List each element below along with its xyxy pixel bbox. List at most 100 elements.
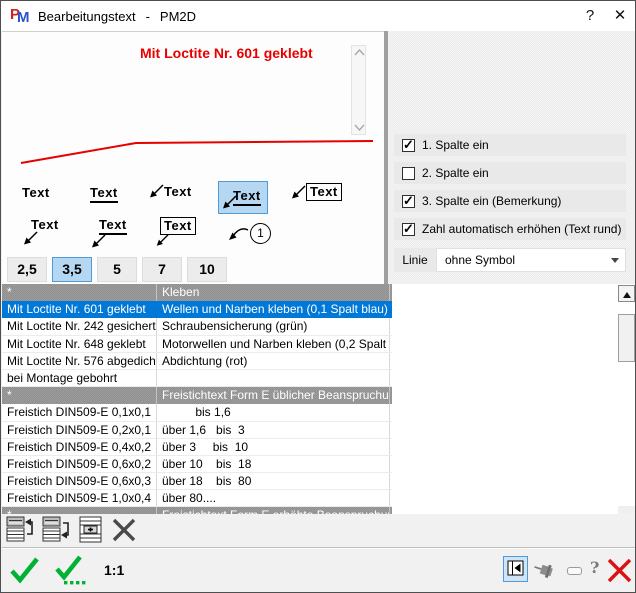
leader-arrow-icon bbox=[90, 233, 106, 249]
table-row[interactable]: Mit Loctite Nr. 601 geklebtWellen und Na… bbox=[2, 301, 392, 318]
table-row[interactable]: Mit Loctite Nr. 242 gesichertSchraubensi… bbox=[2, 318, 392, 335]
leader-line-graphic bbox=[2, 32, 384, 285]
logo-letter-m: M bbox=[17, 9, 30, 26]
size-5-button[interactable]: 5 bbox=[97, 257, 137, 282]
option-label: 2. Spalte ein bbox=[422, 166, 489, 180]
balloon-number-label: 1 bbox=[250, 223, 271, 244]
leader-arrow-icon bbox=[22, 230, 38, 246]
cell-bemerkung: bis 1,6 bbox=[157, 404, 390, 420]
leader-arrow-icon bbox=[226, 222, 250, 244]
table-row[interactable]: Freistich DIN509-E 0,6x0,3über 18 bis 80 bbox=[2, 473, 392, 490]
text-list-panel: *KlebenMit Loctite Nr. 601 geklebtWellen… bbox=[2, 284, 636, 514]
line-symbol-row: Linie ohne Symbol bbox=[394, 248, 626, 272]
table-row[interactable]: Freistich DIN509-E 0,6x0,2über 10 bis 18 bbox=[2, 456, 392, 473]
leader-arrow-icon bbox=[290, 184, 306, 200]
option-column1[interactable]: ✓ 1. Spalte ein bbox=[394, 134, 626, 156]
style-label: Text bbox=[22, 185, 50, 200]
window-title: Bearbeitungstext-PM2D bbox=[38, 9, 196, 24]
option-column3[interactable]: ✓ 3. Spalte ein (Bemerkung) bbox=[394, 190, 626, 212]
checkbox-checked-icon[interactable]: ✓ bbox=[402, 223, 415, 236]
table-row[interactable]: bei Montage gebohrt bbox=[2, 370, 392, 387]
title-separator: - bbox=[146, 9, 150, 24]
help-icon[interactable]: ? bbox=[590, 558, 599, 577]
app-logo-icon: P M bbox=[10, 7, 32, 25]
cell-bemerkung: über 80.... bbox=[157, 490, 390, 506]
size-10-button[interactable]: 10 bbox=[187, 257, 227, 282]
triangle-up-icon bbox=[623, 292, 631, 298]
table-row[interactable]: Mit Loctite Nr. 648 geklebtMotorwellen u… bbox=[2, 336, 392, 353]
cell-bemerkung: über 18 bis 80 bbox=[157, 473, 390, 489]
table-row[interactable]: Freistich DIN509-E 0,1x0,1 bis 1,6 bbox=[2, 404, 392, 421]
size-7-button[interactable]: 7 bbox=[142, 257, 182, 282]
leader-arrow-icon bbox=[148, 183, 164, 199]
preview-scrollbar[interactable] bbox=[351, 45, 366, 135]
style-numbered-balloon-button[interactable]: 1 bbox=[226, 222, 271, 244]
dialog-content: Mit Loctite Nr. 601 geklebt Text Text Te… bbox=[1, 31, 635, 592]
move-row-up-icon[interactable] bbox=[5, 515, 37, 545]
cell-bemerkung: über 3 bis 10 bbox=[157, 439, 390, 455]
style-arrow-below-underline-button[interactable]: Text bbox=[90, 217, 127, 249]
cell-text: * bbox=[2, 284, 157, 301]
option-auto-number[interactable]: ✓ Zahl automatisch erhöhen (Text rund) bbox=[394, 218, 626, 240]
cell-text: Freistich DIN509-E 0,2x0,1 bbox=[2, 422, 157, 438]
cell-bemerkung: Kleben bbox=[157, 284, 390, 301]
line-label: Linie bbox=[394, 248, 436, 272]
style-leader-text-button[interactable]: Text bbox=[148, 183, 192, 199]
style-arrow-below-button[interactable]: Text bbox=[22, 217, 59, 246]
style-leader-boxed-button[interactable]: Text bbox=[290, 183, 342, 201]
size-2-5-button[interactable]: 2,5 bbox=[7, 257, 47, 282]
style-underline-button[interactable]: Text bbox=[90, 185, 118, 203]
list-toolbar bbox=[2, 514, 636, 548]
panel-toggle-icon bbox=[507, 560, 524, 577]
dropdown-value: ohne Symbol bbox=[445, 253, 515, 267]
ok-check-icon[interactable] bbox=[9, 556, 41, 584]
dialog-window: P M Bearbeitungstext-PM2D ? ✕ Mit Loctit… bbox=[0, 0, 636, 593]
cell-bemerkung: Abdichtung (rot) bbox=[157, 353, 390, 369]
scroll-up-icon[interactable] bbox=[354, 49, 365, 56]
close-button[interactable]: ✕ bbox=[605, 3, 635, 29]
title-main: Bearbeitungstext bbox=[38, 9, 136, 24]
help-button[interactable]: ? bbox=[575, 3, 605, 29]
cell-text: Freistich DIN509-E 0,1x0,1 bbox=[2, 404, 157, 420]
chevron-down-icon[interactable] bbox=[611, 258, 619, 263]
checkbox-checked-icon[interactable]: ✓ bbox=[402, 139, 415, 152]
style-label: Text bbox=[90, 185, 118, 203]
preview-panel: Mit Loctite Nr. 601 geklebt Text Text Te… bbox=[2, 31, 384, 284]
style-arrow-below-boxed-button[interactable]: Text bbox=[154, 217, 196, 247]
style-leader-underline-button-selected[interactable]: Text bbox=[218, 181, 268, 214]
cancel-x-icon[interactable] bbox=[606, 557, 633, 584]
table-row[interactable]: Freistich DIN509-E 1,0x0,4über 80.... bbox=[2, 490, 392, 507]
cell-bemerkung: über 10 bis 18 bbox=[157, 456, 390, 472]
cell-text: Mit Loctite Nr. 648 geklebt bbox=[2, 336, 157, 352]
cell-text: Mit Loctite Nr. 601 geklebt bbox=[2, 301, 157, 318]
delete-row-icon[interactable] bbox=[108, 515, 140, 545]
scroll-down-icon[interactable] bbox=[354, 124, 365, 131]
move-row-down-icon[interactable] bbox=[41, 515, 73, 545]
checkbox-unchecked-icon[interactable] bbox=[402, 167, 415, 180]
style-plain-button[interactable]: Text bbox=[22, 185, 50, 200]
cell-bemerkung: Schraubensicherung (grün) bbox=[157, 318, 390, 334]
list-scrollbar-thumb[interactable] bbox=[618, 314, 635, 362]
line-symbol-dropdown[interactable]: ohne Symbol bbox=[436, 248, 626, 272]
cell-bemerkung bbox=[157, 370, 390, 386]
table-header-row[interactable]: *Kleben bbox=[2, 284, 392, 301]
list-scroll-up-button[interactable] bbox=[618, 285, 635, 302]
title-bar[interactable]: P M Bearbeitungstext-PM2D ? ✕ bbox=[1, 1, 635, 31]
panel-toggle-button[interactable] bbox=[503, 556, 528, 582]
cell-text: Mit Loctite Nr. 576 abgedichtet bbox=[2, 353, 157, 369]
status-bar: 1:1 ? bbox=[2, 548, 636, 592]
style-label: Text bbox=[306, 183, 342, 201]
table-row[interactable]: Mit Loctite Nr. 576 abgedichtetAbdichtun… bbox=[2, 353, 392, 370]
cell-bemerkung: über 1,6 bis 3 bbox=[157, 422, 390, 438]
pin-icon[interactable] bbox=[533, 559, 555, 581]
cell-text: Mit Loctite Nr. 242 gesichert bbox=[2, 318, 157, 334]
minimize-icon[interactable] bbox=[567, 567, 582, 575]
add-row-icon[interactable] bbox=[77, 515, 105, 545]
size-3-5-button[interactable]: 3,5 bbox=[52, 257, 92, 282]
table-header-row[interactable]: *Freistichtext Form E üblicher Beanspruc… bbox=[2, 387, 392, 404]
checkbox-checked-icon[interactable]: ✓ bbox=[402, 195, 415, 208]
table-row[interactable]: Freistich DIN509-E 0,4x0,2über 3 bis 10 bbox=[2, 439, 392, 456]
table-row[interactable]: Freistich DIN509-E 0,2x0,1über 1,6 bis 3 bbox=[2, 422, 392, 439]
ok-check-repeat-icon[interactable] bbox=[54, 555, 90, 587]
option-column2[interactable]: 2. Spalte ein bbox=[394, 162, 626, 184]
